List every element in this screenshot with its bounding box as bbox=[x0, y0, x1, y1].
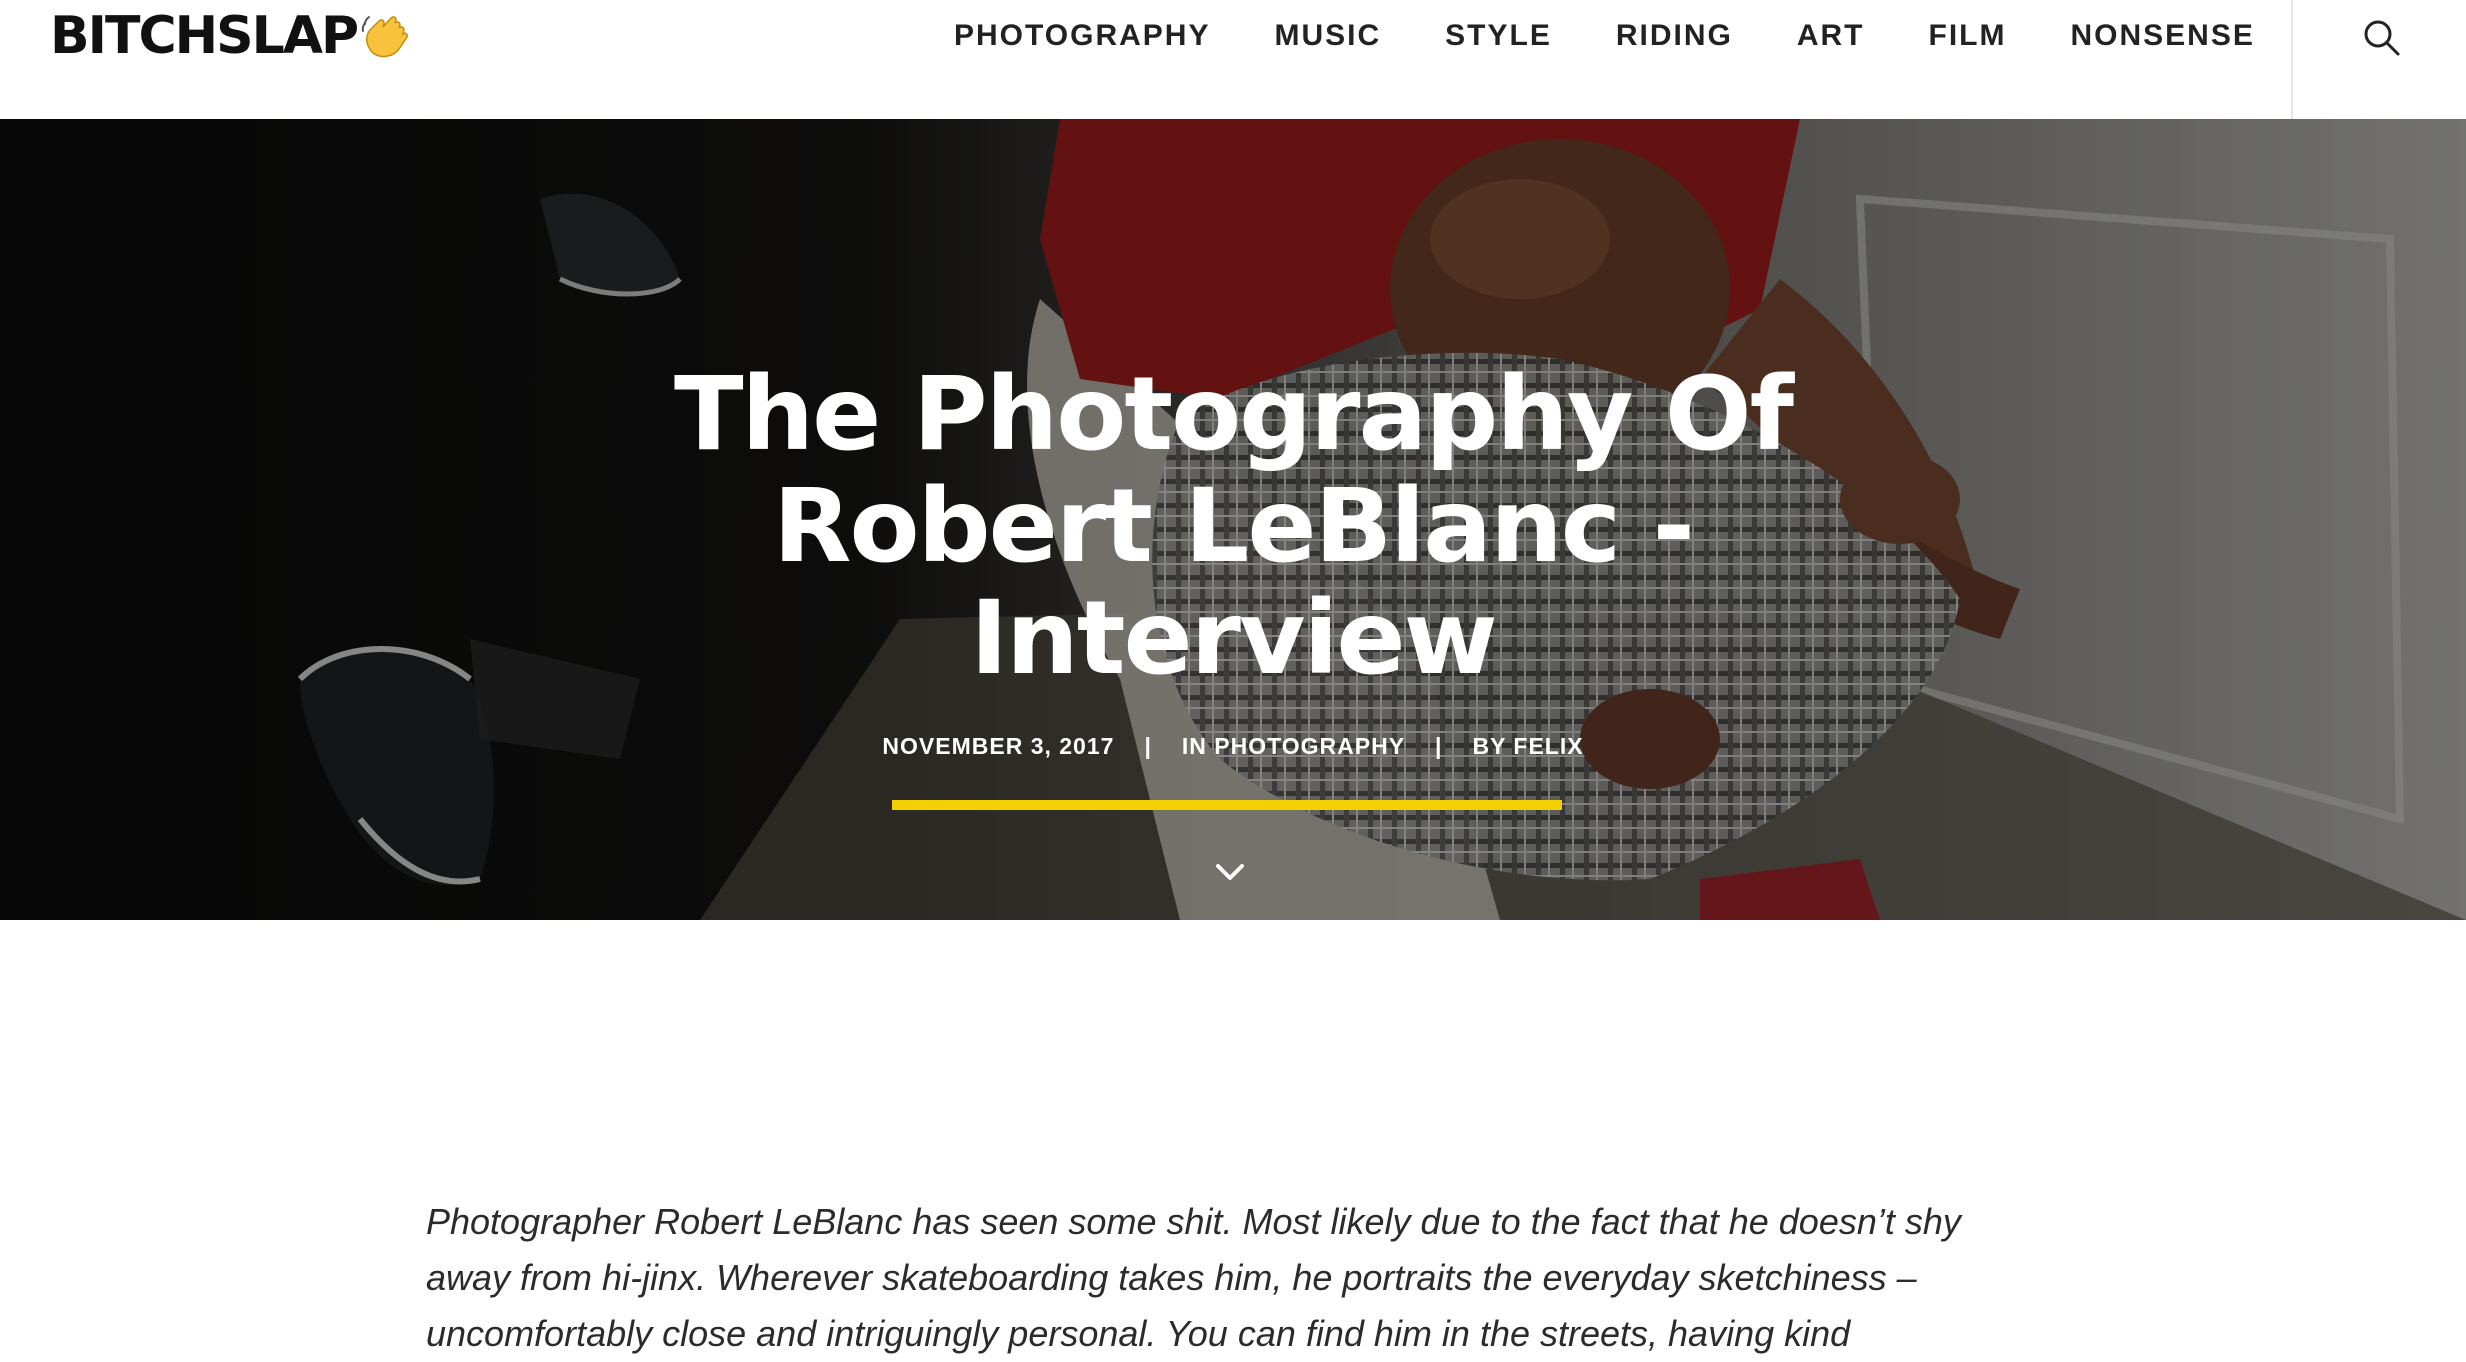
nav-item-riding[interactable]: RIDING bbox=[1616, 19, 1733, 53]
scroll-down-button[interactable] bbox=[1212, 854, 1248, 890]
site-logo[interactable]: BITCHSLAP bbox=[50, 4, 413, 68]
nav-item-photography[interactable]: PHOTOGRAPHY bbox=[954, 19, 1210, 53]
search-icon bbox=[2364, 20, 2400, 56]
nav-item-nonsense[interactable]: NONSENSE bbox=[2070, 19, 2254, 53]
meta-separator: | bbox=[1435, 733, 1443, 759]
waving-hand-icon bbox=[359, 9, 413, 63]
article-meta: NOVEMBER 3, 2017 | IN PHOTOGRAPHY | BY F… bbox=[633, 733, 1833, 760]
nav-item-music[interactable]: MUSIC bbox=[1274, 19, 1381, 53]
nav-item-art[interactable]: ART bbox=[1797, 19, 1865, 53]
chevron-down-icon bbox=[1216, 864, 1244, 880]
article-date: NOVEMBER 3, 2017 bbox=[882, 733, 1115, 759]
nav-item-film[interactable]: FILM bbox=[1929, 19, 2007, 53]
logo-text: BITCHSLAP bbox=[50, 6, 359, 66]
main-nav: PHOTOGRAPHY MUSIC STYLE RIDING ART FILM … bbox=[954, 0, 2255, 72]
site-header: BITCHSLAP PHOTOGRAPHY MUSIC STYLE RIDING… bbox=[0, 0, 2466, 119]
title-accent-bar bbox=[892, 800, 1562, 810]
search-button[interactable] bbox=[2360, 16, 2404, 60]
header-divider bbox=[2291, 0, 2293, 119]
article-author-link[interactable]: BY FELIX bbox=[1472, 733, 1583, 760]
article-category-link[interactable]: IN PHOTOGRAPHY bbox=[1182, 733, 1405, 760]
nav-item-style[interactable]: STYLE bbox=[1445, 19, 1552, 53]
hero-banner: The Photography Of Robert LeBlanc - Inte… bbox=[0, 119, 2466, 920]
article-intro-paragraph: Photographer Robert LeBlanc has seen som… bbox=[426, 1201, 1961, 1354]
meta-separator: | bbox=[1144, 733, 1152, 759]
article-title: The Photography Of Robert LeBlanc - Inte… bbox=[673, 355, 1794, 698]
